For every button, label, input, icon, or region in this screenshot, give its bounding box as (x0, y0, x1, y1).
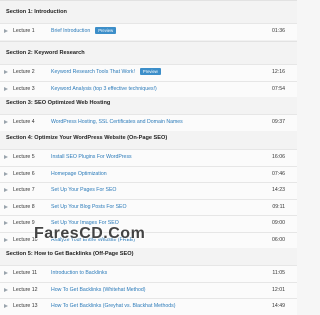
lecture-row[interactable]: Lecture 13 How To Get Backlinks (Greyhat… (0, 298, 297, 315)
lecture-title[interactable]: Set Up Your Blog Posts For SEO (51, 200, 127, 215)
play-icon (4, 188, 8, 192)
lecture-title[interactable]: Homepage Optimization (51, 167, 107, 182)
lecture-title-link[interactable]: Brief Introduction Preview (51, 24, 117, 39)
lecture-title[interactable]: Set Up Your Images For SEO (51, 216, 119, 231)
lecture-duration: 14:23 (272, 187, 285, 193)
play-icon (4, 70, 8, 74)
section: Section 4: Optimize Your WordPress Websi… (0, 126, 297, 248)
play-icon (4, 204, 8, 209)
play-icon (4, 237, 8, 242)
lecture-number: Lecture 9 (13, 220, 35, 226)
preview-button[interactable]: Preview (95, 27, 117, 35)
lecture-number: Lecture 8 (13, 203, 35, 210)
preview-button[interactable]: Preview (139, 68, 161, 76)
lecture-row[interactable]: Lecture 6 Homepage Optimization 07:46 (0, 165, 297, 182)
lecture-title[interactable]: Install SEO Plugins For WordPress (51, 150, 132, 165)
lecture-row[interactable]: Lecture 8 Set Up Your Blog Posts For SEO… (0, 198, 297, 215)
lecture-row[interactable]: Lecture 7 Set Up Your Pages For SEO 14:2… (0, 182, 297, 199)
lecture-duration: 14:49 (272, 303, 285, 309)
play-icon (4, 171, 8, 176)
lecture-title[interactable]: Keyword Analysis (top 3 effective techni… (51, 82, 157, 97)
lecture-duration: 06:00 (272, 236, 285, 243)
lecture-duration: 01:36 (272, 28, 285, 34)
lecture-row[interactable]: Lecture 1 Brief Introduction Preview 01:3… (0, 23, 297, 40)
lecture-title[interactable]: Set Up Your Pages For SEO (51, 183, 116, 198)
play-icon (4, 120, 8, 124)
lecture-number: Lecture 10 (13, 236, 38, 243)
lecture-number: Lecture 2 (13, 69, 35, 75)
lecture-number: Lecture 12 (13, 286, 38, 293)
lecture-title[interactable]: How To Get Backlinks (Whitehat Method) (51, 283, 145, 298)
section: Section 2: Keyword Research Lecture 2 Ke… (0, 41, 297, 97)
lecture-row[interactable]: Lecture 3 Keyword Analysis (top 3 effect… (0, 80, 297, 97)
lecture-number: Lecture 4 (13, 119, 35, 125)
lecture-duration: 12:01 (272, 286, 285, 293)
play-icon (4, 155, 8, 159)
lecture-row[interactable]: Lecture 11 Introduction to Backlinks 11:… (0, 265, 297, 282)
lecture-row[interactable]: Lecture 4 WordPress Hosting, SSL Certifi… (0, 114, 297, 131)
lecture-row[interactable]: Lecture 5 Install SEO Plugins For WordPr… (0, 149, 297, 166)
lecture-title[interactable]: Keyword Research Tools That Work! (51, 69, 135, 75)
lecture-title-link[interactable]: Keyword Research Tools That Work! Preview (51, 65, 161, 80)
lecture-duration: 07:46 (272, 170, 285, 177)
section: Section 5: How to Get Backlinks (Off-Pag… (0, 242, 297, 315)
lecture-row[interactable]: Lecture 2 Keyword Research Tools That Wo… (0, 64, 297, 81)
section-header[interactable]: Section 1: Introduction (0, 1, 297, 23)
lecture-duration: 07:54 (272, 85, 285, 92)
play-icon (4, 271, 8, 275)
play-icon (4, 86, 8, 91)
lecture-duration: 16:06 (272, 154, 285, 160)
lecture-duration: 09:00 (272, 220, 285, 226)
lecture-number: Lecture 7 (13, 187, 35, 193)
section-header[interactable]: Section 2: Keyword Research (0, 42, 297, 64)
lecture-title[interactable]: Introduction to Backlinks (51, 266, 107, 281)
lecture-duration: 12:16 (272, 69, 285, 75)
section: Section 1: Introduction Lecture 1 Brief … (0, 0, 297, 41)
lecture-duration: 11:05 (272, 270, 285, 276)
lecture-row[interactable]: Lecture 12 How To Get Backlinks (Whiteha… (0, 281, 297, 298)
lecture-duration: 09:11 (272, 203, 285, 210)
course-curriculum: Section 1: Introduction Lecture 1 Brief … (0, 0, 297, 315)
lecture-number: Lecture 6 (13, 170, 35, 177)
play-icon (4, 287, 8, 292)
lecture-title[interactable]: How To Get Backlinks (Greyhat vs. Blackh… (51, 299, 175, 314)
lecture-number: Lecture 5 (13, 154, 35, 160)
lecture-title[interactable]: Analyze Your Entire Website (FREE) (51, 233, 135, 248)
lecture-number: Lecture 11 (13, 270, 38, 276)
lecture-number: Lecture 3 (13, 85, 35, 92)
play-icon (4, 304, 8, 308)
lecture-title[interactable]: WordPress Hosting, SSL Certificates and … (51, 115, 183, 130)
lecture-duration: 09:37 (272, 119, 285, 125)
lecture-row[interactable]: Lecture 10 Analyze Your Entire Website (… (0, 231, 297, 248)
lecture-number: Lecture 13 (13, 303, 38, 309)
play-icon (4, 29, 8, 33)
lecture-number: Lecture 1 (13, 28, 35, 34)
play-icon (4, 221, 8, 225)
lecture-row[interactable]: Lecture 9 Set Up Your Images For SEO 09:… (0, 215, 297, 232)
lecture-title[interactable]: Brief Introduction (51, 28, 90, 34)
